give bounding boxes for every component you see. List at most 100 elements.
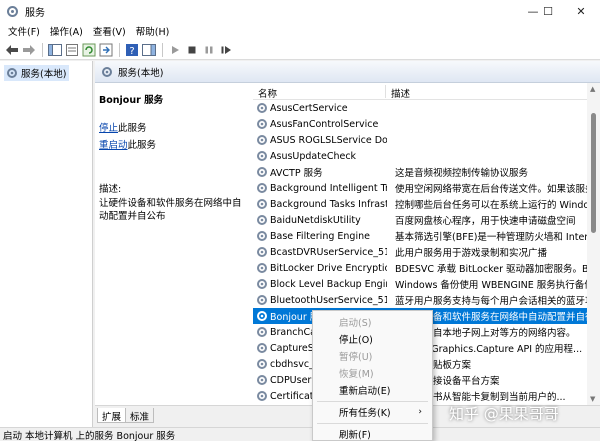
- title-bar: 服务 — ☐ ✕: [0, 0, 600, 22]
- service-name: AVCTP 服务: [270, 168, 323, 179]
- list-header: 名称 描述: [253, 83, 587, 100]
- vertical-scrollbar[interactable]: ▲ ▼: [587, 83, 600, 405]
- menu-view[interactable]: 查看(V): [88, 24, 131, 38]
- service-description: 这是音频视频控制传输协议服务: [395, 168, 529, 179]
- menu-item-resume[interactable]: 恢复(M): [313, 364, 432, 381]
- menu-item-stop[interactable]: 停止(O): [313, 330, 432, 347]
- svg-text:?: ?: [129, 46, 134, 57]
- show-hide-icon[interactable]: [141, 42, 157, 58]
- table-row[interactable]: Background Tasks Infrastru... 控制哪些后台任务可以在…: [253, 196, 587, 212]
- menu-item-pause[interactable]: 暂停(U): [313, 347, 432, 364]
- table-row[interactable]: BitLocker Drive Encryption ... BDESVC 承载 …: [253, 260, 587, 276]
- service-gear-icon: [257, 375, 267, 385]
- close-button[interactable]: ✕: [566, 0, 596, 22]
- toolbar-separator: [119, 42, 120, 57]
- menu-item-refresh[interactable]: 刷新(F): [313, 425, 432, 441]
- scrollbar-thumb[interactable]: [591, 113, 596, 233]
- column-header-name[interactable]: 名称: [258, 86, 277, 100]
- service-gear-icon: [257, 167, 267, 177]
- table-row[interactable]: AVCTP 服务 这是音频视频控制传输协议服务: [253, 164, 587, 180]
- service-name: Block Level Backup Engine ...: [270, 278, 387, 290]
- properties-icon[interactable]: [64, 42, 80, 58]
- menu-file[interactable]: 文件(F): [3, 24, 45, 38]
- maximize-button[interactable]: ☐: [533, 0, 563, 22]
- stop-action-row: 停止此服务: [99, 120, 249, 134]
- stop-service-link[interactable]: 停止: [99, 123, 118, 134]
- scroll-up-icon[interactable]: ▲: [590, 85, 595, 93]
- refresh-icon[interactable]: [81, 42, 97, 58]
- service-name: Base Filtering Engine: [270, 230, 370, 242]
- scroll-down-icon[interactable]: ▼: [590, 395, 595, 403]
- forward-icon[interactable]: [21, 42, 37, 58]
- toolbar: ?: [0, 40, 600, 60]
- services-app-icon: [7, 5, 18, 17]
- menu-action[interactable]: 操作(A): [45, 24, 88, 38]
- menu-separator: [317, 401, 428, 402]
- service-description: 蓝牙用户服务支持与每个用户会话相关的蓝牙功...: [395, 296, 587, 307]
- table-row[interactable]: BluetoothUserService_510... 蓝牙用户服务支持与每个用户…: [253, 292, 587, 308]
- service-gear-icon: [257, 103, 267, 113]
- service-gear-icon: [257, 295, 267, 305]
- table-row[interactable]: BaiduNetdiskUtility 百度网盘核心程序，用于快速申请磁盘空间: [253, 212, 587, 228]
- service-name: BitLocker Drive Encryption ...: [270, 262, 387, 274]
- service-name: AsusUpdateCheck: [270, 150, 357, 162]
- service-gear-icon: [257, 231, 267, 241]
- services-gear-icon: [7, 68, 17, 78]
- table-row[interactable]: ASUS ROGLSLService Down...: [253, 132, 587, 148]
- menu-separator: [317, 423, 428, 424]
- tab-standard[interactable]: 标准: [125, 408, 155, 423]
- table-row[interactable]: BcastDVRUserService_510... 此用户服务用于游戏录制和实况…: [253, 244, 587, 260]
- service-name: AsusCertService: [270, 102, 348, 114]
- tree-item-services-local[interactable]: 服务(本地): [4, 65, 70, 81]
- table-row[interactable]: Block Level Backup Engine ... Windows 备份使…: [253, 276, 587, 292]
- table-row[interactable]: Background Intelligent Tra... 使用空闲网络带宽在后台…: [253, 180, 587, 196]
- toolbar-separator: [42, 42, 43, 57]
- back-icon[interactable]: [4, 42, 20, 58]
- restart-service-link[interactable]: 重启动: [99, 140, 128, 151]
- pause-service-icon[interactable]: [201, 42, 217, 58]
- description-text: 让硬件设备和软件服务在网络中自动配置并自公布: [99, 198, 242, 222]
- service-gear-icon: [257, 327, 267, 337]
- start-service-icon[interactable]: [167, 42, 183, 58]
- table-row[interactable]: AsusFanControlService: [253, 116, 587, 132]
- menu-item-restart[interactable]: 重新启动(E): [313, 381, 432, 398]
- table-row[interactable]: AsusUpdateCheck: [253, 148, 587, 164]
- services-gear-icon: [102, 66, 112, 77]
- toolbar-separator: [162, 42, 163, 57]
- service-name: BcastDVRUserService_510...: [270, 246, 387, 258]
- status-text: 启动 本地计算机 上的服务 Bonjour 服务: [3, 430, 176, 441]
- service-name: Background Intelligent Tra...: [270, 182, 387, 194]
- column-header-description[interactable]: 描述: [391, 86, 410, 100]
- table-row[interactable]: Base Filtering Engine 基本筛选引擎(BFE)是一种管理防火墙…: [253, 228, 587, 244]
- service-gear-icon: [257, 359, 267, 369]
- menu-item-all-tasks[interactable]: 所有任务(K) ›: [313, 403, 432, 420]
- menu-help[interactable]: 帮助(H): [131, 24, 175, 38]
- service-gear-icon: [257, 247, 267, 257]
- service-gear-icon: [257, 215, 267, 225]
- restart-action-row: 重启动此服务: [99, 137, 249, 151]
- column-divider[interactable]: [385, 85, 386, 98]
- service-description: 控制哪些后台任务可以在系统上运行的 Windows: [395, 200, 587, 211]
- selected-service-title: Bonjour 服务: [99, 95, 164, 106]
- service-description: 百度网盘核心程序，用于快速申请磁盘空间: [395, 216, 576, 227]
- service-gear-icon: [257, 279, 267, 289]
- window-title: 服务: [25, 7, 45, 19]
- context-menu: 启动(S) 停止(O) 暂停(U) 恢复(M) 重新启动(E) 所有任务(K) …: [312, 310, 433, 441]
- help-icon[interactable]: ?: [124, 42, 140, 58]
- service-name: ASUS ROGLSLService Down...: [270, 134, 387, 146]
- export-icon[interactable]: [98, 42, 114, 58]
- menu-bar: 文件(F) 操作(A) 查看(V) 帮助(H): [0, 22, 600, 40]
- service-gear-icon: [257, 151, 267, 161]
- console-tree-icon[interactable]: [47, 42, 63, 58]
- submenu-arrow-icon: ›: [418, 406, 422, 417]
- status-bar: 启动 本地计算机 上的服务 Bonjour 服务: [0, 427, 600, 441]
- menu-item-start[interactable]: 启动(S): [313, 313, 432, 330]
- service-description: 此用户服务用于游戏录制和实况广播: [395, 248, 548, 259]
- service-name: BluetoothUserService_510...: [270, 294, 387, 306]
- stop-service-icon[interactable]: [184, 42, 200, 58]
- pane-header: 服务(本地): [95, 61, 600, 83]
- menu-item-all-tasks-label: 所有任务(K): [339, 407, 391, 419]
- table-row[interactable]: AsusCertService: [253, 100, 587, 116]
- restart-service-icon[interactable]: [218, 42, 234, 58]
- tab-extended[interactable]: 扩展: [97, 408, 127, 423]
